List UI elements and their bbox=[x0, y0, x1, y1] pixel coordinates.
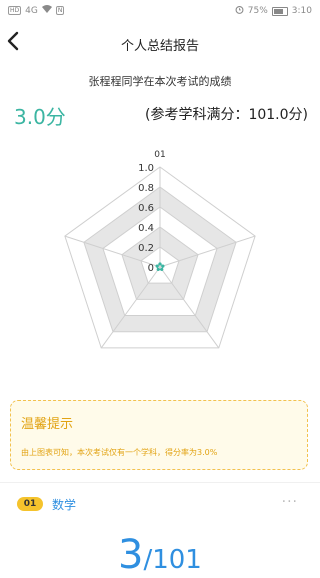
subject-index-badge: 01 bbox=[17, 497, 43, 511]
battery-icon bbox=[271, 6, 288, 16]
subject-score: 3/101 bbox=[118, 532, 202, 578]
tip-title: 温馨提示 bbox=[21, 417, 74, 432]
radar-tick-label: 0.4 bbox=[138, 223, 154, 234]
report-subtitle: 张程程同学在本次考试的成绩 bbox=[88, 75, 232, 88]
radar-chart: 1.0 0.8 0.6 0.4 0.2 0 01 bbox=[64, 150, 256, 349]
status-right: 75% 3:10 bbox=[235, 5, 312, 17]
hd-badge: HD bbox=[8, 6, 22, 15]
status-left: HD 4G N bbox=[8, 5, 65, 16]
wifi-icon bbox=[41, 5, 52, 16]
alarm-icon bbox=[235, 5, 244, 17]
radar-series-point bbox=[160, 267, 164, 272]
radar-series-point bbox=[161, 264, 165, 268]
radar-tick-label: 0.6 bbox=[138, 203, 154, 214]
tip-card: 温馨提示 由上图表可知，本次考试仅有一个学科，得分率为3.0% bbox=[10, 400, 308, 470]
clock-time: 3:10 bbox=[291, 6, 312, 16]
battery-percent: 75% bbox=[247, 6, 268, 16]
page-title: 个人总结报告 bbox=[120, 39, 199, 54]
radar-series-point bbox=[155, 264, 159, 268]
student-score: 3.0分 bbox=[14, 105, 66, 129]
radar-tick-label: 1.0 bbox=[138, 163, 154, 174]
tip-text: 由上图表可知，本次考试仅有一个学科，得分率为3.0% bbox=[21, 448, 218, 457]
subject-name: 数学 bbox=[52, 498, 77, 512]
radar-tick-label: 0.8 bbox=[138, 183, 154, 194]
radar-tick-label: 0 bbox=[148, 263, 154, 274]
app-header: 个人总结报告 bbox=[0, 28, 320, 58]
signal-4g-text: 4G bbox=[25, 5, 38, 16]
more-options-icon[interactable]: ··· bbox=[282, 494, 298, 510]
subject-score-value: 3 bbox=[118, 532, 144, 578]
full-score-reference: (参考学科满分：101.0分) bbox=[144, 107, 308, 123]
subject-row[interactable]: 01 数学 ··· bbox=[0, 494, 320, 516]
radar-series-point bbox=[158, 262, 162, 266]
status-bar: HD 4G N 75% 3:10 bbox=[0, 0, 320, 22]
radar-axis-label: 01 bbox=[154, 150, 165, 160]
radar-series-point bbox=[156, 267, 160, 272]
radar-tick-label: 0.2 bbox=[138, 243, 154, 254]
nfc-badge: N bbox=[55, 6, 65, 15]
divider bbox=[0, 482, 320, 483]
